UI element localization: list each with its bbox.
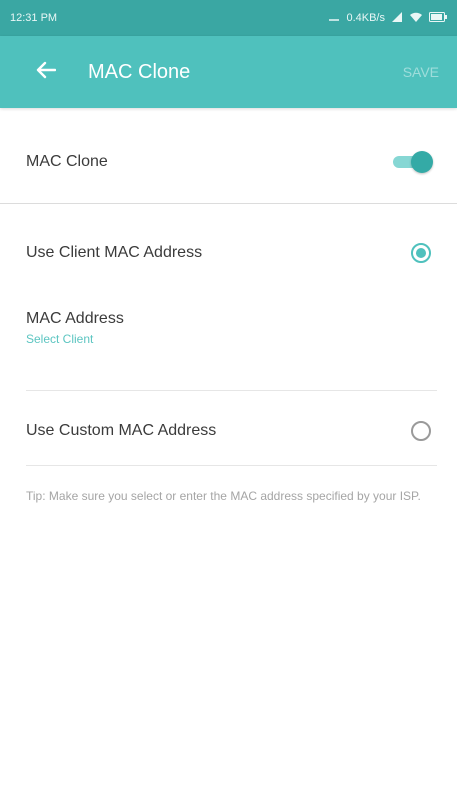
battery-icon [429,11,447,25]
section-divider [0,203,457,204]
client-mac-radio[interactable] [411,243,431,263]
page-title: MAC Clone [88,60,191,83]
select-client-link[interactable]: Select Client [26,332,93,346]
custom-mac-radio[interactable] [411,421,431,441]
option-divider-bottom [26,465,437,466]
arrow-left-icon [36,61,57,84]
mac-clone-toggle[interactable] [393,151,433,173]
wifi-icon [409,11,423,26]
app-bar: MAC Clone SAVE [0,36,457,108]
mac-clone-label: MAC Clone [26,153,108,170]
tip-text: Tip: Make sure you select or enter the M… [26,489,421,503]
status-time: 12:31 PM [10,12,58,24]
mac-address-label: MAC Address [26,310,124,327]
mac-address-block: MAC Address Select Client [26,310,124,348]
status-bar: 12:31 PM 0.4KB/s [0,0,457,36]
mac-clone-row: MAC Clone [0,134,457,190]
back-button[interactable] [18,44,74,100]
client-mac-label: Use Client MAC Address [26,244,203,261]
client-mac-option[interactable]: Use Client MAC Address [0,226,457,280]
status-icons: 0.4KB/s [328,11,447,26]
toggle-thumb [411,151,433,173]
signal-icon [391,11,403,26]
alarm-icon [328,12,340,25]
custom-mac-option[interactable]: Use Custom MAC Address [0,404,457,458]
network-speed: 0.4KB/s [346,12,385,24]
custom-mac-label: Use Custom MAC Address [26,422,217,439]
save-button[interactable]: SAVE [403,64,439,80]
option-divider [26,390,437,391]
